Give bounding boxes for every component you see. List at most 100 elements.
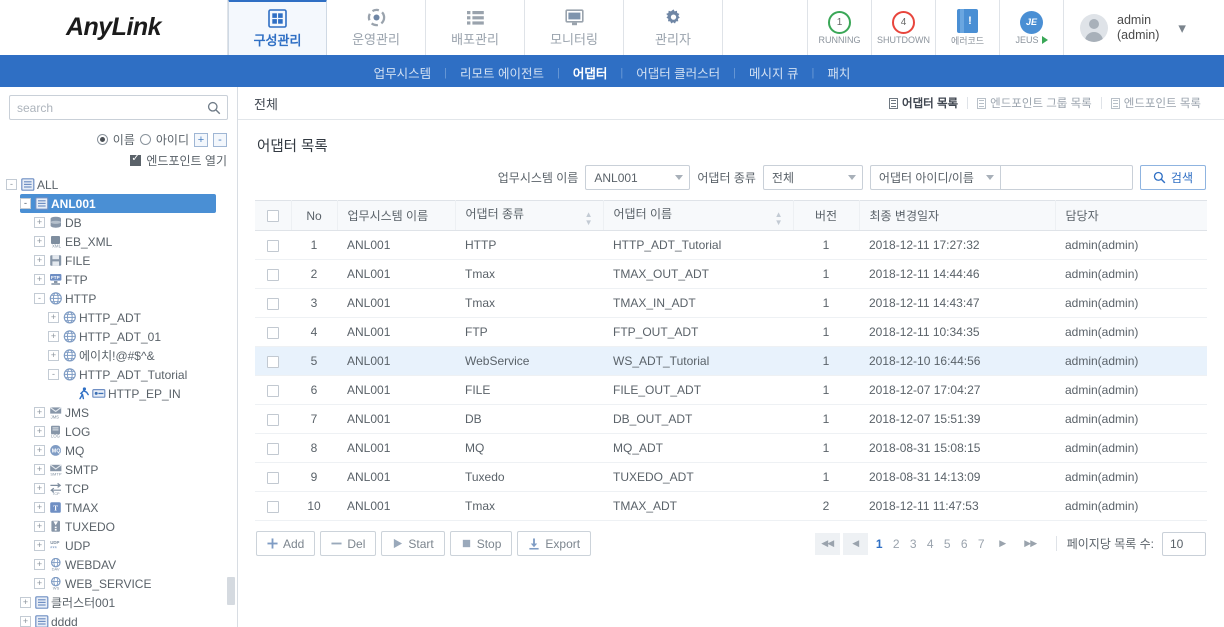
keyword-input[interactable] <box>1000 165 1133 190</box>
tree-item-http[interactable]: -HTTP <box>34 289 237 308</box>
page-number[interactable]: 5 <box>939 537 956 551</box>
tree-item-file[interactable]: +FILE <box>34 251 237 270</box>
table-row[interactable]: 7ANL001DBDB_OUT_ADT12018-12-07 15:51:39a… <box>255 405 1207 434</box>
sort-icon[interactable]: ▲▼ <box>775 211 783 227</box>
expand-all-button[interactable]: + <box>194 133 208 147</box>
tree-toggle-icon[interactable]: + <box>48 312 59 323</box>
tree-toggle-icon[interactable]: + <box>34 426 45 437</box>
status-errorcode[interactable]: ! 에러코드 <box>936 0 1000 55</box>
tree-toggle-icon[interactable]: - <box>34 293 45 304</box>
kind-filter-select[interactable]: 전체 <box>763 165 863 190</box>
tree-toggle-icon[interactable]: - <box>6 179 17 190</box>
table-row[interactable]: 8ANL001MQMQ_ADT12018-08-31 15:08:15admin… <box>255 434 1207 463</box>
row-checkbox[interactable] <box>267 327 279 339</box>
tree-item-http-adt-01[interactable]: +HTTP_ADT_01 <box>48 327 237 346</box>
tree-item-anl001[interactable]: -ANL001 <box>20 194 216 213</box>
export-button[interactable]: Export <box>517 531 591 556</box>
sidebar-scrollbar[interactable] <box>227 577 235 605</box>
tree-toggle-icon[interactable]: + <box>34 255 45 266</box>
tree-toggle-icon[interactable]: + <box>48 331 59 342</box>
subnav-item-patch[interactable]: 패치 <box>814 63 863 82</box>
view-link-adapter-list[interactable]: 어댑터 목록 <box>880 95 967 111</box>
table-row[interactable]: 3ANL001TmaxTMAX_IN_ADT12018-12-11 14:43:… <box>255 289 1207 318</box>
tree-item-udp[interactable]: +UDP***UDP <box>34 536 237 555</box>
last-page-button[interactable]: ▶▶ <box>1018 533 1043 555</box>
tree-item-tmax[interactable]: +TTMAX <box>34 498 237 517</box>
tree-toggle-icon[interactable]: + <box>34 578 45 589</box>
nav-tab-operation[interactable]: 운영관리 <box>327 0 426 55</box>
tree-toggle-icon[interactable]: - <box>20 198 31 209</box>
system-filter-select[interactable]: ANL001 <box>585 165 690 190</box>
tree-item-eb-xml[interactable]: +XMLEB_XML <box>34 232 237 251</box>
tree-toggle-icon[interactable]: - <box>48 369 59 380</box>
search-box[interactable] <box>9 95 228 120</box>
tree-item-tuxedo[interactable]: +TUXEDO <box>34 517 237 536</box>
status-jeus[interactable]: JE JEUS <box>1000 0 1064 55</box>
row-checkbox[interactable] <box>267 385 279 397</box>
nav-tab-admin[interactable]: 관리자 <box>624 0 723 55</box>
tree-item-all[interactable]: -ALL <box>6 175 237 194</box>
row-checkbox[interactable] <box>267 240 279 252</box>
tree-toggle-icon[interactable]: + <box>34 464 45 475</box>
radio-by-name[interactable] <box>97 134 108 145</box>
tree-toggle-icon[interactable]: + <box>34 217 45 228</box>
sort-icon[interactable]: ▲▼ <box>585 211 593 227</box>
tree-item-http-ep-in[interactable]: HTTP_EP_IN <box>62 384 237 403</box>
tree-item-web-service[interactable]: +WSWEB_SERVICE <box>34 574 237 593</box>
row-checkbox[interactable] <box>267 472 279 484</box>
tree-item-tcp[interactable]: +TCPTCP <box>34 479 237 498</box>
first-page-button[interactable]: ◀◀ <box>815 533 840 555</box>
page-number[interactable]: 3 <box>905 537 922 551</box>
prev-page-button[interactable]: ◀ <box>843 533 868 555</box>
page-number[interactable]: 7 <box>973 537 990 551</box>
delete-button[interactable]: Del <box>320 531 376 556</box>
col-name[interactable]: 어댑터 이름▲▼ <box>603 201 793 231</box>
tree-toggle-icon[interactable]: + <box>34 483 45 494</box>
tree-toggle-icon[interactable]: + <box>20 616 31 627</box>
tree-item-jms[interactable]: +JMSJMS <box>34 403 237 422</box>
radio-by-id[interactable] <box>140 134 151 145</box>
table-row[interactable]: 1ANL001HTTPHTTP_ADT_Tutorial12018-12-11 … <box>255 231 1207 260</box>
row-checkbox[interactable] <box>267 298 279 310</box>
table-row[interactable]: 4ANL001FTPFTP_OUT_ADT12018-12-11 10:34:3… <box>255 318 1207 347</box>
keyword-field-select[interactable]: 어댑터 아이디/이름 <box>870 165 1000 190</box>
tree-toggle-icon[interactable]: + <box>34 521 45 532</box>
table-row[interactable]: 5ANL001WebServiceWS_ADT_Tutorial12018-12… <box>255 347 1207 376</box>
nav-tab-monitoring[interactable]: 모니터링 <box>525 0 624 55</box>
tree-item-dddd[interactable]: +dddd <box>20 612 237 627</box>
row-checkbox[interactable] <box>267 501 279 513</box>
tree-item-[interactable]: +에이치!@#$^& <box>48 346 237 365</box>
tree-toggle-icon[interactable]: + <box>34 236 45 247</box>
subnav-item-business-system[interactable]: 업무시스템 <box>361 63 445 82</box>
tree-item-http-adt-tutorial[interactable]: -HTTP_ADT_Tutorial <box>48 365 237 384</box>
next-page-button[interactable]: ▶ <box>990 533 1015 555</box>
tree-toggle-icon[interactable]: + <box>48 350 59 361</box>
stop-button[interactable]: Stop <box>450 531 513 556</box>
brand-logo[interactable]: AnyLink <box>0 0 228 55</box>
status-shutdown[interactable]: 4 SHUTDOWN <box>872 0 936 55</box>
tree-toggle-icon[interactable]: + <box>34 559 45 570</box>
user-menu[interactable]: admin (admin) ▾ <box>1064 0 1224 55</box>
nav-tab-configuration[interactable]: 구성관리 <box>228 0 327 55</box>
page-number[interactable]: 6 <box>956 537 973 551</box>
nav-tab-deploy[interactable]: 배포관리 <box>426 0 525 55</box>
search-button[interactable]: 검색 <box>1140 165 1206 190</box>
row-checkbox[interactable] <box>267 269 279 281</box>
tree-item-db[interactable]: +DB <box>34 213 237 232</box>
tree-toggle-icon[interactable]: + <box>34 445 45 456</box>
table-row[interactable]: 2ANL001TmaxTMAX_OUT_ADT12018-12-11 14:44… <box>255 260 1207 289</box>
tree-item-log[interactable]: +LOGLOG <box>34 422 237 441</box>
tree-item-mq[interactable]: +MQMQ <box>34 441 237 460</box>
select-all-checkbox[interactable] <box>267 210 279 222</box>
tree-item-http-adt[interactable]: +HTTP_ADT <box>48 308 237 327</box>
subnav-item-message-queue[interactable]: 메시지 큐 <box>736 63 811 82</box>
subnav-item-adapter-cluster[interactable]: 어댑터 클러스터 <box>623 63 733 82</box>
page-number[interactable]: 2 <box>888 537 905 551</box>
view-link-endpoint-list[interactable]: 엔드포인트 목록 <box>1102 95 1210 111</box>
tree-toggle-icon[interactable]: + <box>34 540 45 551</box>
tree-item-001[interactable]: +클러스터001 <box>20 593 237 612</box>
tree-item-smtp[interactable]: +SMTPSMTP <box>34 460 237 479</box>
table-row[interactable]: 6ANL001FILEFILE_OUT_ADT12018-12-07 17:04… <box>255 376 1207 405</box>
start-button[interactable]: Start <box>381 531 444 556</box>
table-row[interactable]: 10ANL001TmaxTMAX_ADT22018-12-11 11:47:53… <box>255 492 1207 521</box>
